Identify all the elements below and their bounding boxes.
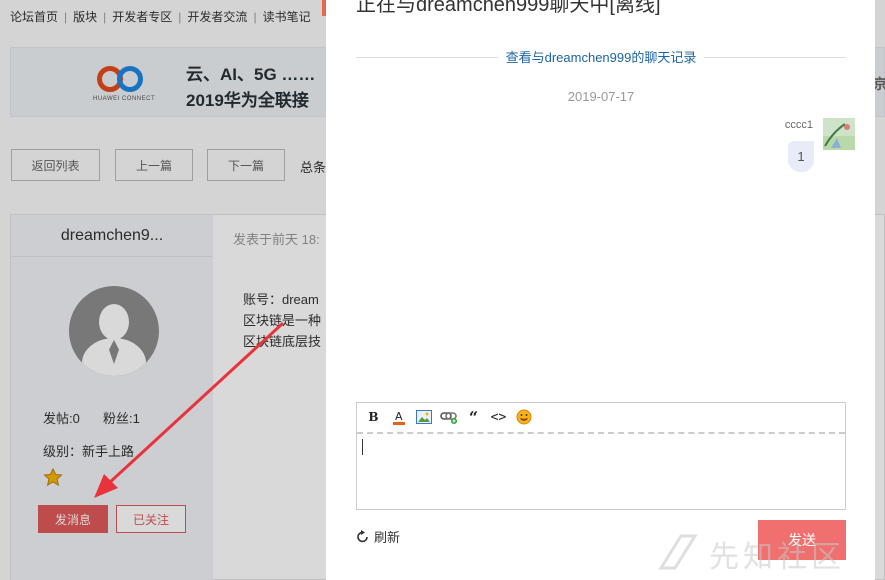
message-bubble: 1 <box>788 141 814 172</box>
chat-date: 2019-07-17 <box>567 89 635 104</box>
bold-icon[interactable]: B <box>361 406 386 428</box>
image-icon[interactable] <box>411 406 436 428</box>
editor-toolbar: B A “ <> <box>357 403 845 431</box>
svg-text:A: A <box>395 410 403 423</box>
message-input[interactable] <box>369 437 839 505</box>
avatar <box>823 118 855 150</box>
message-sender: cccc1 <box>784 119 813 131</box>
refresh-button[interactable]: 刷新 <box>356 527 400 546</box>
refresh-icon <box>357 529 368 542</box>
code-icon[interactable]: <> <box>486 406 511 428</box>
toolbar-divider <box>357 432 845 434</box>
font-color-icon[interactable]: A <box>386 406 411 428</box>
chat-history-link[interactable]: 查看与dreamchen999的聊天记录 <box>497 50 705 65</box>
refresh-label: 刷新 <box>374 530 401 545</box>
send-button[interactable]: 发送 <box>758 520 846 560</box>
link-icon[interactable] <box>436 406 461 428</box>
quote-icon[interactable]: “ <box>461 406 486 428</box>
text-cursor <box>362 439 363 455</box>
chat-history-link-wrap: 查看与dreamchen999的聊天记录 <box>356 47 846 66</box>
emoji-icon[interactable] <box>511 406 536 428</box>
chat-panel: 正在与dreamchen999聊天中[离线] 查看与dreamchen999的聊… <box>326 0 875 580</box>
chat-title: 正在与dreamchen999聊天中[离线] <box>356 0 661 16</box>
message-editor[interactable]: B A “ <> <box>356 402 846 510</box>
